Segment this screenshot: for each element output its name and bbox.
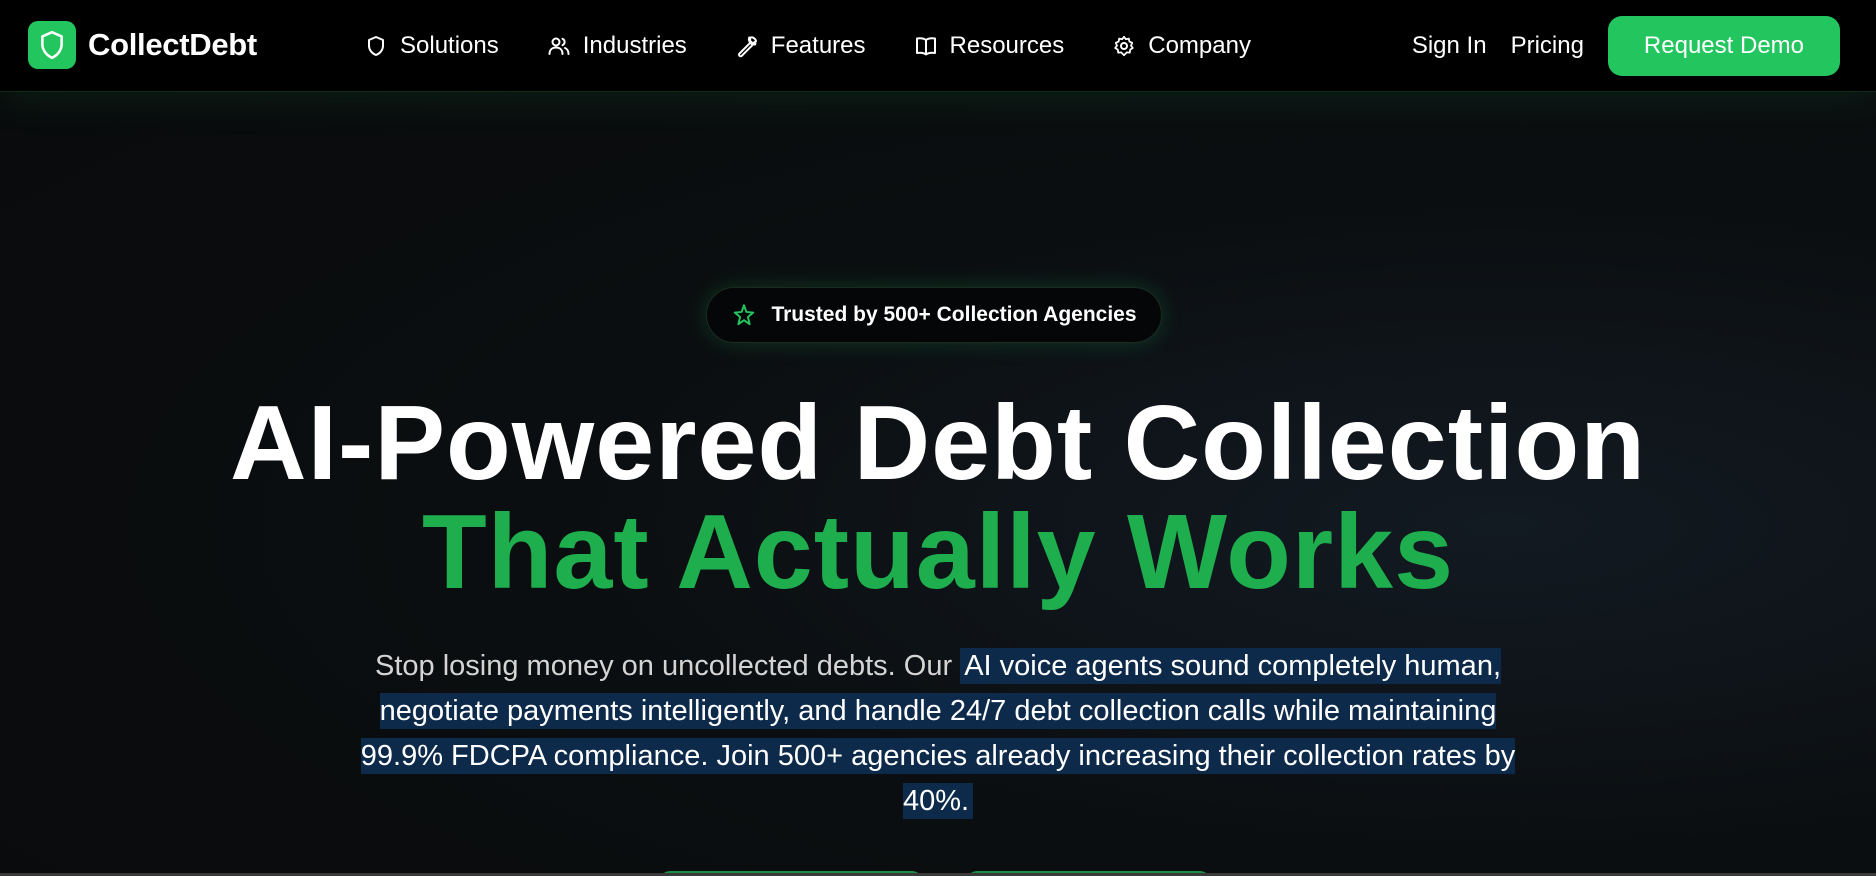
nav-actions: Sign In Pricing Request Demo: [1412, 0, 1840, 92]
nav-item-label: Resources: [949, 32, 1065, 59]
page: CollectDebt Solutions Industries Feature…: [0, 0, 1876, 876]
sign-in-link[interactable]: Sign In: [1412, 32, 1487, 60]
users-icon: [548, 37, 570, 55]
nav-item-label: Solutions: [400, 32, 499, 59]
nav-item-features[interactable]: Features: [735, 32, 866, 60]
nav-item-label: Features: [770, 32, 866, 59]
nav-item-industries[interactable]: Industries: [547, 32, 687, 60]
nav-item-solutions[interactable]: Solutions: [364, 32, 499, 60]
hero-subtext: Stop losing money on uncollected debts. …: [360, 644, 1516, 824]
nav-item-resources[interactable]: Resources: [914, 32, 1065, 60]
top-navigation: CollectDebt Solutions Industries Feature…: [0, 0, 1876, 92]
wrench-icon: [737, 36, 757, 58]
trust-badge: Trusted by 500+ Collection Agencies: [706, 287, 1162, 343]
brand-name: CollectDebt: [88, 27, 257, 62]
nav-item-company[interactable]: Company: [1112, 32, 1251, 60]
nav-item-label: Industries: [582, 32, 687, 59]
brand[interactable]: CollectDebt: [28, 21, 257, 69]
hero-headline: AI-Powered Debt Collection: [230, 384, 1646, 502]
sparkle-icon: [734, 304, 755, 326]
hero-headline-accent: That Actually Works: [421, 493, 1455, 611]
request-demo-button[interactable]: Request Demo: [1607, 16, 1840, 76]
gear-icon: [1114, 35, 1134, 57]
nav-links: Solutions Industries Features Resources …: [364, 0, 1299, 92]
pricing-link[interactable]: Pricing: [1511, 32, 1584, 60]
hero-subtext-plain: Stop losing money on uncollected debts. …: [375, 650, 961, 682]
trust-badge-label: Trusted by 500+ Collection Agencies: [771, 303, 1137, 326]
shield-logo-icon: [28, 21, 76, 69]
nav-item-label: Company: [1148, 32, 1251, 59]
book-icon: [915, 37, 936, 56]
shield-icon: [368, 36, 384, 56]
